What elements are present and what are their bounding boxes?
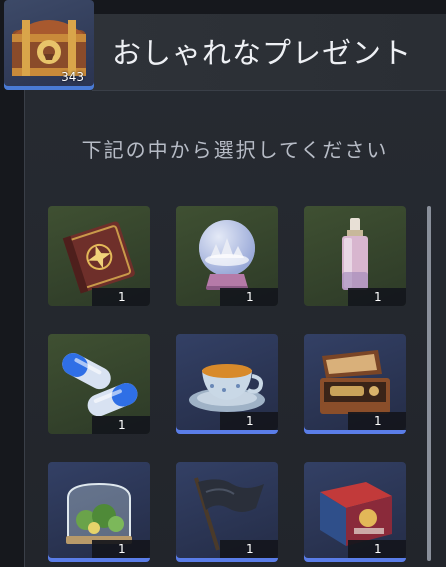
item-quantity: 1 [348, 540, 406, 558]
item-quantity: 1 [92, 416, 150, 434]
page-title: おしゃれなプレゼント [112, 36, 413, 70]
item-black-flag[interactable]: 1 [176, 462, 278, 562]
item-quantity: 1 [348, 288, 406, 306]
item-magic-book[interactable]: 1 [48, 206, 150, 306]
item-blue-capsules[interactable]: 1 [48, 334, 150, 434]
item-teacup[interactable]: 1 [176, 334, 278, 434]
item-quantity: 1 [220, 540, 278, 558]
item-perfume-bottle[interactable]: 1 [304, 206, 406, 306]
item-music-box[interactable]: 1 [304, 334, 406, 434]
item-quantity: 1 [220, 288, 278, 306]
scrollbar-thumb[interactable] [427, 206, 431, 561]
chest-count: 343 [61, 70, 84, 84]
item-quantity: 1 [220, 412, 278, 430]
gift-chest-tile[interactable]: 343 [4, 0, 94, 90]
item-quantity: 1 [92, 288, 150, 306]
item-board-game-box[interactable]: 1 [304, 462, 406, 562]
item-quantity: 1 [92, 540, 150, 558]
item-quantity: 1 [348, 412, 406, 430]
instruction-text: 下記の中から選択してください [81, 138, 389, 162]
item-terrarium[interactable]: 1 [48, 462, 150, 562]
item-snow-globe[interactable]: 1 [176, 206, 278, 306]
